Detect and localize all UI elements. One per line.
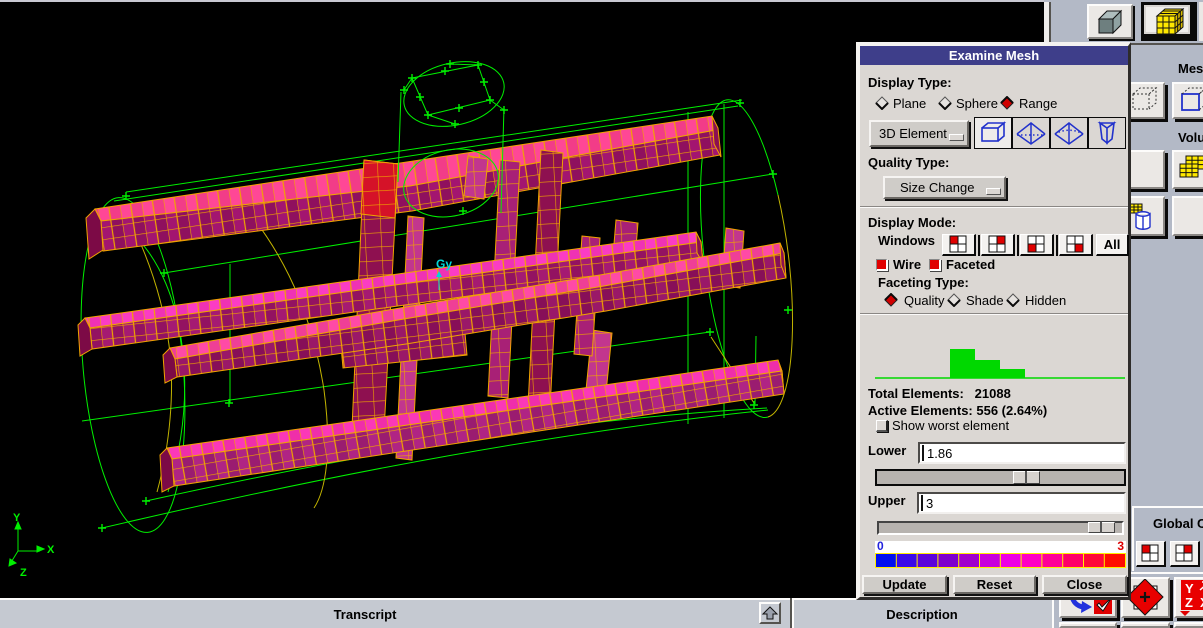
svg-text:Z: Z [20, 567, 27, 579]
svg-text:Z: Z [1185, 595, 1193, 610]
svg-text:Y: Y [1185, 581, 1194, 596]
svg-text:Y: Y [13, 512, 21, 524]
svg-text:X: X [47, 544, 55, 556]
svg-text:Gy: Gy [436, 257, 452, 271]
